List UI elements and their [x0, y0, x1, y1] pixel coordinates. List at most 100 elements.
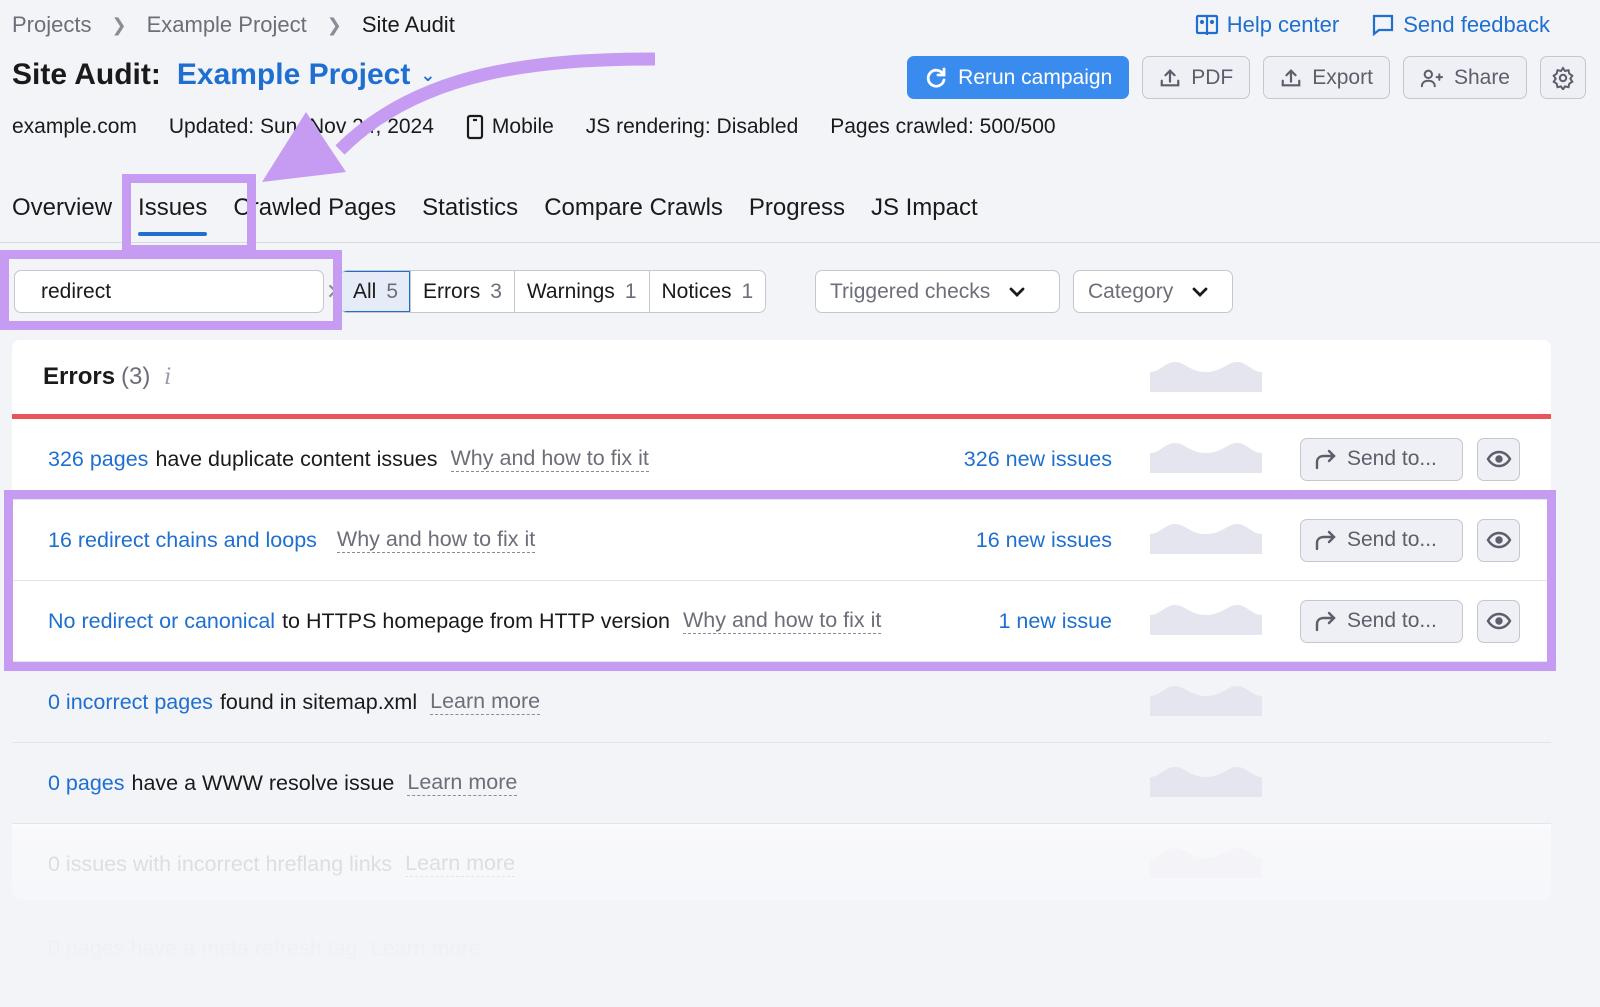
issue-description: to HTTPS homepage from HTTP version — [282, 608, 670, 633]
rerun-campaign-button[interactable]: Rerun campaign — [907, 56, 1130, 99]
help-center-link[interactable]: Help center — [1195, 12, 1340, 38]
new-issues-link[interactable]: 326 new issues — [964, 447, 1112, 472]
triggered-checks-label: Triggered checks — [830, 279, 991, 303]
filter-errors-label: Errors — [423, 279, 481, 303]
why-fix-link[interactable]: Why and how to fix it — [450, 446, 649, 472]
filter-notices-label: Notices — [661, 279, 732, 303]
why-fix-link[interactable]: Why and how to fix it — [683, 608, 882, 634]
mobile-phone-icon — [466, 114, 484, 140]
export-label: Export — [1312, 65, 1373, 89]
view-button[interactable] — [1477, 518, 1520, 562]
pages-crawled-label: Pages crawled: 500/500 — [830, 115, 1056, 138]
filter-all[interactable]: All 5 — [341, 271, 411, 312]
send-to-label: Send to... — [1347, 528, 1437, 551]
settings-button[interactable] — [1540, 56, 1586, 99]
issue-link[interactable]: No redirect or canonical — [48, 609, 275, 634]
chevron-down-icon — [1192, 287, 1208, 297]
top-links: Help center Send feedback — [1195, 12, 1550, 38]
filter-notices[interactable]: Notices 1 — [648, 271, 766, 312]
filter-all-label: All — [353, 279, 377, 303]
issue-link[interactable]: 0 pages have a meta refresh tag — [48, 936, 358, 961]
filter-errors-count: 3 — [490, 279, 502, 303]
issue-description: found in sitemap.xml — [219, 689, 418, 714]
chevron-right-icon: ❯ — [111, 14, 127, 35]
filter-errors[interactable]: Errors 3 — [410, 271, 514, 312]
issue-row: No redirect or canonical to HTTPS homepa… — [12, 581, 1551, 662]
gear-icon — [1552, 65, 1574, 90]
export-button[interactable]: Export — [1263, 56, 1390, 99]
send-feedback-link[interactable]: Send feedback — [1371, 12, 1550, 38]
zero-issue-row: 0 incorrect pages found in sitemap.xml L… — [12, 662, 1551, 743]
chat-bubble-icon — [1373, 14, 1394, 37]
tab-issues[interactable]: Issues — [138, 194, 208, 236]
send-to-button[interactable]: Send to... — [1300, 437, 1463, 481]
issue-link[interactable]: 16 redirect chains and loops — [48, 528, 317, 553]
zero-issue-row: 0 pages have a meta refresh tag Learn mo… — [12, 908, 1551, 989]
tab-overview[interactable]: Overview — [12, 194, 112, 236]
issue-row: 326 pages have duplicate content issues … — [12, 419, 1551, 500]
trend-sparkline — [1150, 686, 1262, 716]
learn-more-link[interactable]: Learn more — [407, 770, 518, 796]
share-label: Share — [1453, 65, 1510, 89]
help-center-label: Help center — [1226, 12, 1340, 37]
share-button[interactable]: Share — [1402, 56, 1527, 99]
zero-issue-row: 0 issues with incorrect hreflang links L… — [12, 824, 1551, 900]
device-label: Mobile — [491, 115, 554, 138]
send-feedback-label: Send feedback — [1403, 12, 1550, 37]
js-rendering-label: JS rendering: Disabled — [585, 115, 799, 138]
title-prefix: Site Audit: — [12, 58, 161, 91]
new-issues-link[interactable]: 16 new issues — [976, 528, 1112, 553]
tabs-divider — [0, 242, 1600, 243]
tab-js-impact[interactable]: JS Impact — [871, 194, 978, 236]
issue-link[interactable]: 0 issues with incorrect hreflang links — [48, 852, 392, 877]
learn-more-link[interactable]: Learn more — [370, 936, 481, 962]
trend-sparkline — [1150, 605, 1262, 635]
tab-compare-crawls[interactable]: Compare Crawls — [544, 194, 723, 236]
refresh-icon — [926, 67, 946, 88]
eye-icon — [1486, 612, 1511, 630]
issue-link[interactable]: 326 pages — [48, 447, 148, 472]
eye-icon — [1486, 450, 1511, 468]
zero-issue-row: 0 pages have a WWW resolve issue Learn m… — [12, 743, 1551, 824]
breadcrumb-projects[interactable]: Projects — [12, 12, 91, 38]
send-to-button[interactable]: Send to... — [1300, 599, 1463, 643]
tab-crawled-pages[interactable]: Crawled Pages — [233, 194, 396, 236]
filter-warnings-label: Warnings — [526, 279, 615, 303]
breadcrumb-example-project[interactable]: Example Project — [147, 12, 307, 38]
breadcrumb-site-audit: Site Audit — [361, 12, 455, 37]
upload-icon — [1281, 68, 1301, 86]
filter-warnings-count: 1 — [624, 279, 637, 303]
project-selector[interactable]: Example Project — [177, 58, 410, 92]
send-to-label: Send to... — [1347, 609, 1437, 632]
new-issues-link[interactable]: 1 new issue — [998, 609, 1112, 634]
chevron-down-icon[interactable]: ⌄ — [420, 65, 435, 86]
category-dropdown[interactable]: Category — [1073, 270, 1233, 313]
tab-progress[interactable]: Progress — [749, 194, 845, 236]
chevron-down-icon — [1009, 287, 1025, 297]
updated-label: Updated: Sun, Nov 24, 2024 — [168, 115, 434, 138]
issue-row: 16 redirect chains and loops Why and how… — [12, 500, 1551, 581]
send-to-button[interactable]: Send to... — [1300, 518, 1463, 562]
filter-warnings[interactable]: Warnings 1 — [513, 271, 649, 312]
info-icon[interactable]: i — [164, 365, 171, 390]
view-button[interactable] — [1477, 599, 1520, 643]
errors-title: Errors — [43, 363, 116, 390]
learn-more-link[interactable]: Learn more — [430, 689, 541, 715]
learn-more-link[interactable]: Learn more — [405, 851, 516, 877]
issue-link[interactable]: 0 pages — [48, 771, 125, 796]
rerun-label: Rerun campaign — [958, 65, 1113, 89]
why-fix-link[interactable]: Why and how to fix it — [336, 527, 536, 553]
share-arrow-icon — [1315, 449, 1336, 470]
add-user-icon — [1420, 69, 1444, 87]
search-input[interactable] — [41, 279, 312, 304]
tab-statistics[interactable]: Statistics — [422, 194, 518, 236]
device-indicator: Mobile — [466, 114, 554, 140]
trend-sparkline — [1150, 362, 1262, 392]
triggered-checks-dropdown[interactable]: Triggered checks — [815, 270, 1060, 313]
header-actions: Rerun campaign PDF Export Share — [907, 56, 1586, 99]
severity-filter: All 5 Errors 3 Warnings 1 Notices 1 — [340, 270, 767, 313]
pdf-button[interactable]: PDF — [1142, 56, 1251, 99]
view-button[interactable] — [1477, 437, 1520, 481]
issue-link[interactable]: 0 incorrect pages — [48, 690, 213, 715]
issue-description: have duplicate content issues — [155, 446, 438, 471]
